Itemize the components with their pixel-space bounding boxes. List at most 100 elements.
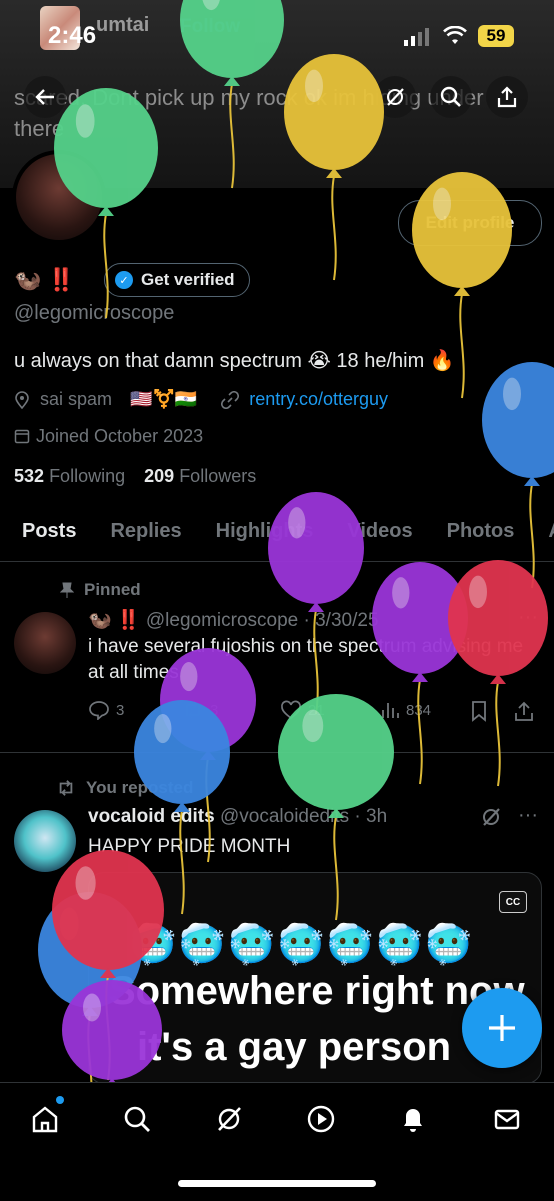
- profile-joined: Joined October 2023: [14, 426, 203, 447]
- tweet-share-button[interactable]: [514, 700, 534, 722]
- like-button[interactable]: 21: [280, 700, 325, 720]
- reply-button[interactable]: 3: [88, 700, 124, 720]
- followers-link[interactable]: 209 Followers: [144, 466, 256, 486]
- video-emoji-row: 🥶🥶🥶🥶🥶🥶🥶: [129, 924, 475, 966]
- tab-photos[interactable]: Photos: [447, 510, 515, 561]
- tweet-handle-time: @legomicroscope · 3/30/25: [145, 610, 379, 631]
- profile-meta: sai spam 🇺🇸⚧️🇮🇳 rentry.co/otterguy: [14, 389, 388, 410]
- tweet-author-avatar[interactable]: [14, 612, 76, 674]
- search-button[interactable]: [430, 76, 472, 118]
- calendar-icon: [14, 429, 30, 444]
- nav-video[interactable]: [298, 1096, 344, 1142]
- nav-search[interactable]: [114, 1096, 160, 1142]
- tweet-text: HAPPY PRIDE MONTH: [88, 836, 291, 857]
- battery-indicator: 59: [478, 25, 514, 47]
- repost-icon: [59, 780, 73, 796]
- tab-highlights[interactable]: Highlights: [216, 510, 314, 561]
- video-caption-line2: it's a gay person: [137, 1025, 452, 1069]
- tweet-header: 🦦 ‼️ @legomicroscope · 3/30/25: [88, 608, 379, 632]
- link-icon: [221, 390, 240, 409]
- following-label: Following: [49, 466, 126, 486]
- compose-button[interactable]: [462, 988, 542, 1068]
- wifi-icon: [443, 25, 467, 52]
- profile-flags: 🇺🇸⚧️🇮🇳: [130, 389, 198, 409]
- reply-icon: [89, 701, 109, 720]
- cell-signal-icon: [404, 28, 429, 46]
- analytics-icon: [382, 703, 399, 718]
- more-options-icon[interactable]: ···: [518, 804, 538, 827]
- grok-icon[interactable]: [480, 806, 502, 833]
- profile-location: sai spam: [40, 389, 113, 409]
- repost-context-label: You reposted: [86, 778, 194, 797]
- search-icon: [440, 86, 461, 107]
- search-icon: [124, 1106, 150, 1132]
- tweet-author-name[interactable]: 🦦 ‼️: [88, 610, 141, 631]
- bookmark-button[interactable]: [470, 700, 488, 722]
- bookmark-icon: [472, 701, 486, 722]
- bell-icon: [404, 1109, 422, 1132]
- home-icon: [32, 1106, 58, 1133]
- status-time: 2:46: [48, 22, 97, 49]
- repost-icon: [186, 701, 200, 719]
- pin-icon: [60, 582, 74, 598]
- grok-icon: [218, 1107, 241, 1131]
- like-count: 21: [308, 701, 325, 719]
- tweet-handle-time: @vocaloidedits · 3h: [219, 806, 388, 827]
- view-count: 834: [406, 701, 432, 719]
- following-link[interactable]: 532 Following: [14, 466, 125, 486]
- more-options-icon[interactable]: ···: [518, 606, 538, 629]
- edit-profile-button[interactable]: Edit profile: [398, 200, 542, 246]
- banner-follow-link[interactable]: Follow: [180, 16, 240, 38]
- share-button[interactable]: [486, 76, 528, 118]
- repost-button[interactable]: 3: [182, 700, 218, 720]
- share-icon: [497, 86, 517, 108]
- notification-dot: [56, 1096, 64, 1104]
- profile-avatar[interactable]: [12, 150, 106, 244]
- profile-tabs: Posts Replies Highlights Videos Photos A…: [0, 510, 554, 562]
- back-button[interactable]: [24, 76, 66, 118]
- plus-icon: [489, 1015, 515, 1041]
- tab-videos[interactable]: Videos: [347, 510, 412, 561]
- followers-count: 209: [144, 466, 175, 486]
- video-caption-line1: Somewhere right now: [109, 969, 525, 1013]
- home-indicator: [178, 1180, 376, 1187]
- grok-button[interactable]: [374, 76, 416, 118]
- tab-articles[interactable]: Ar: [548, 510, 554, 561]
- share-icon: [515, 701, 533, 721]
- joined-date: Joined October 2023: [36, 426, 204, 446]
- heart-icon: [281, 700, 301, 720]
- arrow-left-icon: [35, 89, 54, 105]
- tweet-divider: [0, 752, 554, 753]
- views-button[interactable]: 834: [380, 700, 431, 720]
- repost-count: 3: [210, 701, 219, 719]
- get-verified-button[interactable]: ✓ Get verified: [104, 263, 250, 297]
- reply-count: 3: [116, 701, 125, 719]
- tweet-text: i have several fujoshis on the spectrum …: [88, 636, 524, 683]
- mail-icon: [494, 1109, 520, 1130]
- captions-icon[interactable]: CC: [499, 891, 527, 913]
- tweet-author-name[interactable]: vocaloid edits: [88, 806, 215, 827]
- banner-user-name: umtai: [96, 14, 150, 36]
- nav-grok[interactable]: [206, 1096, 252, 1142]
- verified-badge-icon: ✓: [115, 271, 133, 289]
- tweet-author-avatar[interactable]: [14, 810, 76, 872]
- follow-counts: 532 Following 209 Followers: [14, 466, 256, 487]
- profile-name: 🦦 ‼️: [14, 267, 75, 292]
- following-count: 532: [14, 466, 45, 486]
- location-pin-icon: [15, 390, 29, 409]
- nav-messages[interactable]: [484, 1096, 530, 1142]
- pinned-label-row: Pinned: [60, 580, 141, 600]
- nav-notifications[interactable]: [390, 1096, 436, 1142]
- tab-posts[interactable]: Posts: [22, 510, 76, 561]
- profile-bio: u always on that damn spectrum 😭 18 he/h…: [14, 350, 455, 372]
- play-circle-icon: [307, 1105, 335, 1133]
- profile-link[interactable]: rentry.co/otterguy: [249, 389, 388, 410]
- profile-handle: @legomicroscope: [14, 302, 175, 324]
- tweet-header: vocaloid edits @vocaloidedits · 3h: [88, 806, 387, 828]
- tab-replies[interactable]: Replies: [110, 510, 181, 561]
- followers-label: Followers: [179, 466, 257, 486]
- get-verified-label: Get verified: [141, 270, 235, 289]
- pinned-label: Pinned: [84, 580, 141, 599]
- grok-icon: [387, 88, 404, 106]
- nav-home[interactable]: [22, 1096, 68, 1142]
